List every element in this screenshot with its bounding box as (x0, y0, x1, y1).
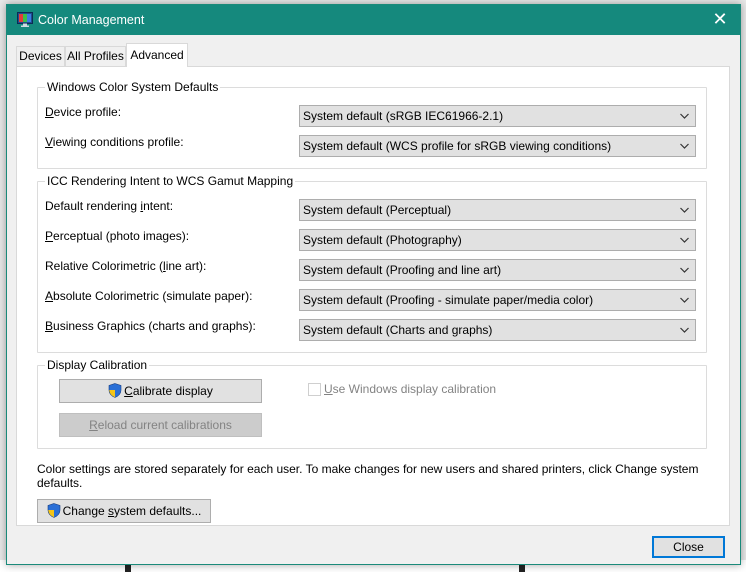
uac-shield-icon (47, 503, 60, 518)
viewing-conditions-label: Viewing conditions profile: (45, 135, 184, 149)
tab-label: All Profiles (67, 49, 124, 63)
advanced-tab-panel: Windows Color System Defaults Device pro… (16, 66, 730, 526)
chevron-down-icon (680, 207, 689, 213)
absolute-colorimetric-label: Absolute Colorimetric (simulate paper): (45, 289, 253, 303)
business-graphics-dropdown[interactable]: System default (Charts and graphs) (299, 319, 696, 341)
close-button[interactable]: Close (652, 536, 725, 558)
chevron-down-icon (680, 143, 689, 149)
chevron-down-icon (680, 237, 689, 243)
perceptual-label: Perceptual (photo images): (45, 229, 190, 243)
tab-all-profiles[interactable]: All Profiles (65, 46, 126, 66)
perceptual-dropdown[interactable]: System default (Photography) (299, 229, 696, 251)
default-rendering-intent-label: Default rendering intent: (45, 199, 174, 213)
dropdown-value: System default (Proofing - simulate pape… (303, 293, 594, 307)
checkbox-label: Use Windows display calibration (324, 382, 497, 396)
chevron-down-icon (680, 113, 689, 119)
absolute-colorimetric-dropdown[interactable]: System default (Proofing - simulate pape… (299, 289, 696, 311)
calibrate-display-button[interactable]: Calibrate display (59, 379, 262, 403)
dropdown-value: System default (sRGB IEC61966-2.1) (303, 109, 504, 123)
close-window-button[interactable]: ✕ (700, 5, 740, 35)
monitor-color-icon (17, 12, 33, 27)
relative-colorimetric-dropdown[interactable]: System default (Proofing and line art) (299, 259, 696, 281)
window-title: Color Management (38, 13, 145, 27)
group-heading: Display Calibration (45, 358, 150, 372)
chevron-down-icon (680, 327, 689, 333)
color-management-window: Color Management ✕ Devices All Profiles … (6, 4, 741, 565)
change-system-defaults-button[interactable]: Change system defaults... (37, 499, 211, 523)
dropdown-value: System default (Charts and graphs) (303, 323, 493, 337)
chevron-down-icon (680, 267, 689, 273)
chevron-down-icon (680, 297, 689, 303)
title-bar[interactable]: Color Management ✕ (7, 5, 740, 35)
group-heading: Windows Color System Defaults (45, 80, 221, 94)
close-icon: ✕ (712, 9, 728, 29)
device-profile-dropdown[interactable]: System default (sRGB IEC61966-2.1) (299, 105, 696, 127)
dropdown-value: System default (Proofing and line art) (303, 263, 502, 277)
info-text: Color settings are stored separately for… (37, 462, 699, 490)
dropdown-value: System default (WCS profile for sRGB vie… (303, 139, 612, 153)
checkbox-box[interactable] (308, 383, 321, 396)
group-heading: ICC Rendering Intent to WCS Gamut Mappin… (45, 174, 296, 188)
business-graphics-label: Business Graphics (charts and graphs): (45, 319, 256, 333)
relative-colorimetric-label: Relative Colorimetric (line art): (45, 259, 207, 273)
uac-shield-icon (108, 383, 122, 398)
dropdown-value: System default (Photography) (303, 233, 462, 247)
dropdown-value: System default (Perceptual) (303, 203, 452, 217)
default-rendering-intent-dropdown[interactable]: System default (Perceptual) (299, 199, 696, 221)
viewing-conditions-dropdown[interactable]: System default (WCS profile for sRGB vie… (299, 135, 696, 157)
tab-label: Advanced (130, 48, 184, 62)
tab-devices[interactable]: Devices (16, 46, 65, 66)
reload-current-calibrations-button[interactable]: Reload current calibrations (59, 413, 262, 437)
tab-advanced[interactable]: Advanced (126, 43, 188, 67)
device-profile-label: Device profile: (45, 105, 122, 119)
tab-label: Devices (19, 49, 62, 63)
